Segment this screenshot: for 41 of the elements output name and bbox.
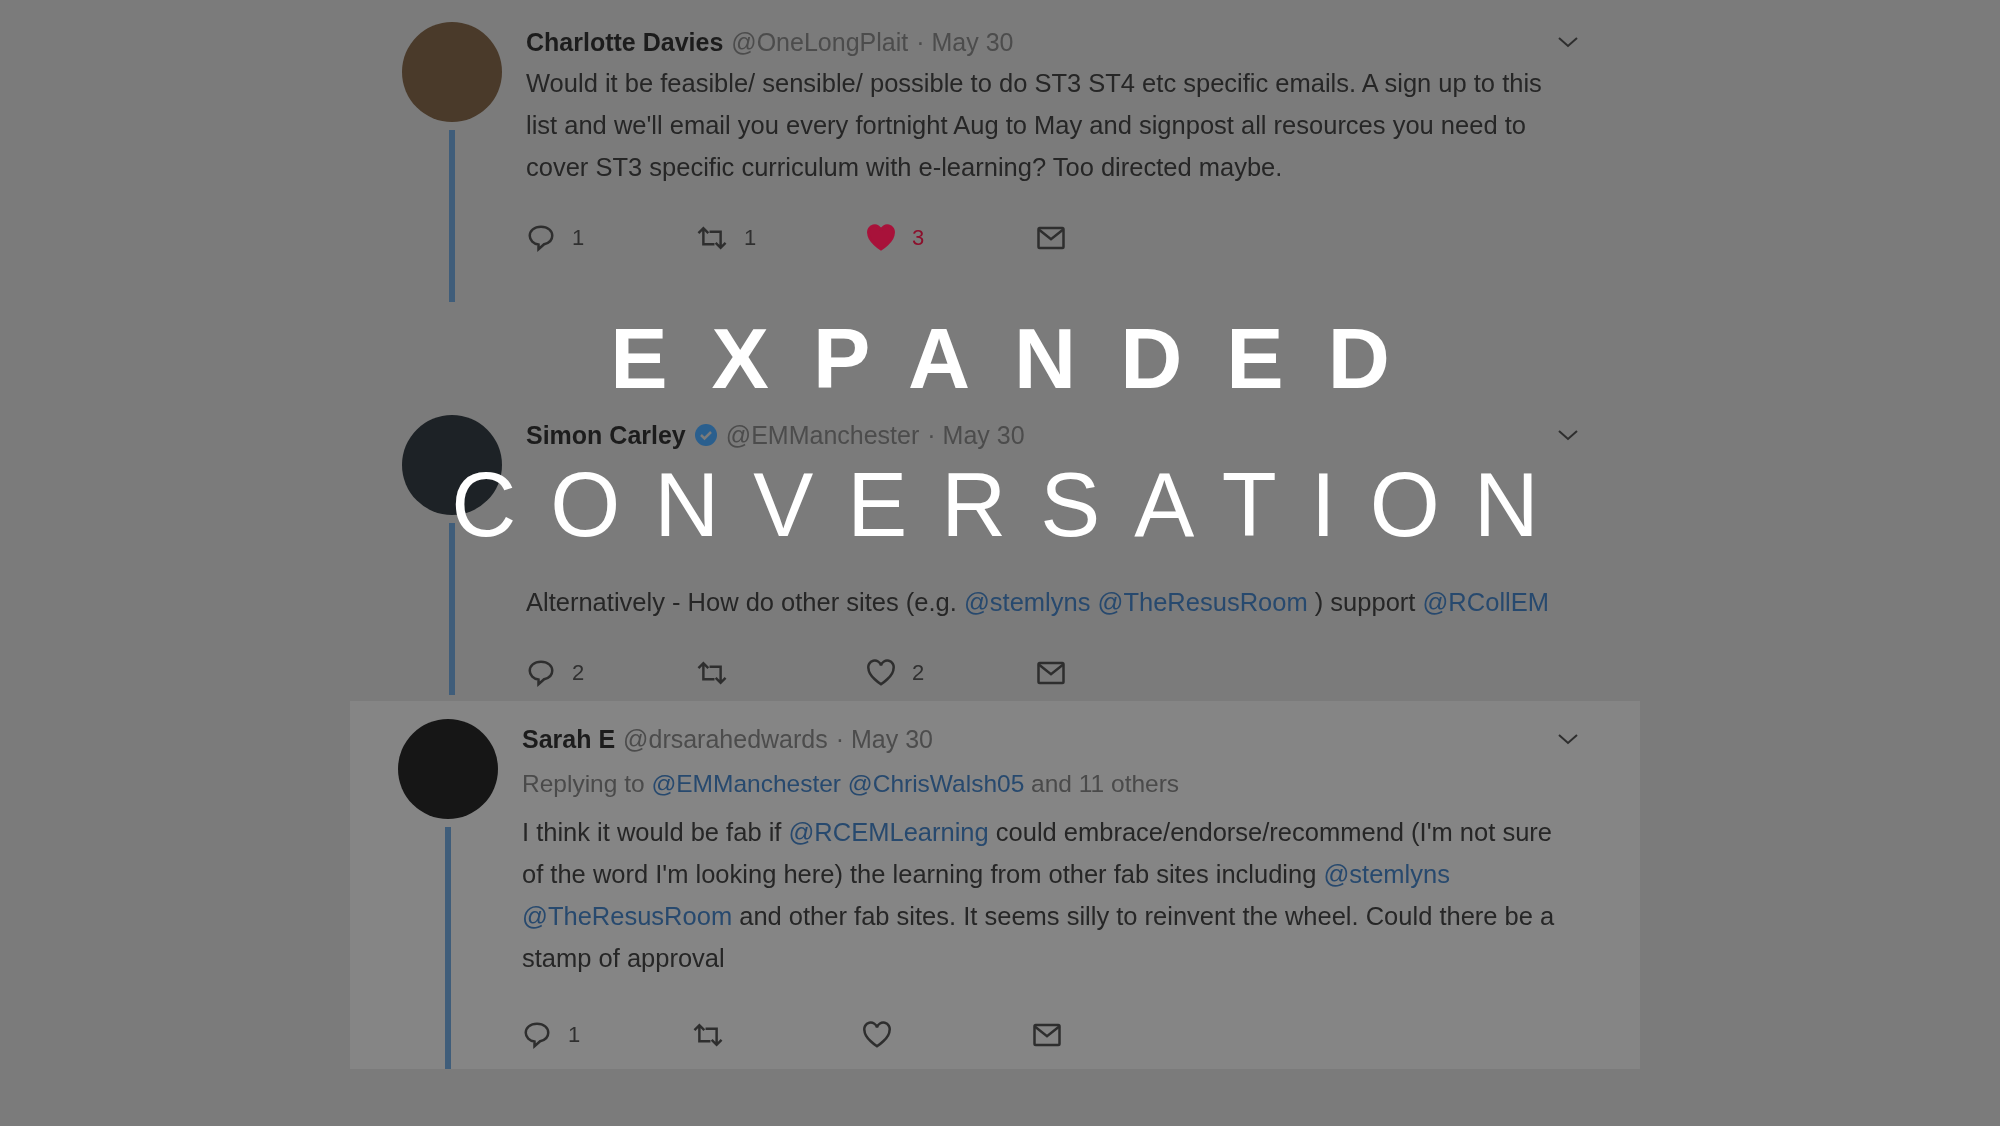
chevron-down-icon[interactable] xyxy=(1556,427,1580,443)
mail-icon[interactable] xyxy=(1032,1022,1062,1048)
like-count: 2 xyxy=(912,660,925,686)
chevron-down-icon[interactable] xyxy=(1556,731,1580,747)
mention-link[interactable]: @EMManchester xyxy=(651,770,841,797)
like-count: 3 xyxy=(912,225,925,251)
tweet-date[interactable]: · May 30 xyxy=(835,724,933,754)
retweet-icon[interactable] xyxy=(692,1021,724,1049)
verified-badge-icon xyxy=(693,423,718,447)
mail-icon[interactable] xyxy=(1036,225,1066,251)
chevron-down-icon[interactable] xyxy=(1556,34,1580,50)
tweet-text: I think it would be fab if @RCEMLearning could embrace/endorse/recommend (I'm not sure of the word I'm looking here) the learning from other fab sites including @stemlyns @TheResusRoom and other fab sites. It seems silly to reinvent the wheel. Could there be a stamp of approval xyxy=(522,817,1556,974)
reply-count: 1 xyxy=(572,225,585,251)
reply-count: 1 xyxy=(568,1022,581,1048)
mention-link[interactable]: @TheResusRoom xyxy=(522,902,733,930)
tweet-text: Alternatively - How do other sites (e.g. @stemlyns @TheResusRoom ) support @RCollEM xyxy=(526,587,1550,618)
mail-icon[interactable] xyxy=(1036,660,1066,686)
heart-icon[interactable] xyxy=(866,659,896,687)
reply-icon[interactable] xyxy=(526,223,556,253)
author-name[interactable]: Charlotte Davies xyxy=(526,27,724,57)
mention-link[interactable]: @ChrisWalsh05 xyxy=(847,770,1025,797)
retweet-count: 1 xyxy=(744,225,757,251)
author-handle[interactable]: @drsarahedwards xyxy=(623,724,828,754)
reply-icon[interactable] xyxy=(526,658,556,688)
mention-link[interactable]: @RCollEM xyxy=(1422,588,1549,616)
heart-icon[interactable] xyxy=(862,1021,892,1049)
mention-link[interactable]: @stemlyns xyxy=(1323,860,1450,888)
mention-link[interactable]: @RCEMLearning xyxy=(788,818,989,846)
mention-link[interactable]: @stemlyns xyxy=(963,588,1091,616)
mention-link[interactable]: @TheResusRoom xyxy=(1097,588,1308,616)
overlay-subtitle: CONVERSATION xyxy=(450,470,1573,540)
retweet-icon[interactable] xyxy=(696,224,728,252)
overlay-title: EXPANDED xyxy=(609,318,1434,398)
heart-icon[interactable] xyxy=(866,224,896,252)
tweet-text: Would it be feasible/ sensible/ possible to do ST3 ST4 etc specific emails. A sign up to this list and we'll email you every fortnight Aug to May and signpost all resources you need to cover ST3 specific curriculum with e-learning? Too directed maybe. xyxy=(526,68,1543,183)
author-name[interactable]: Sarah E xyxy=(522,724,616,754)
retweet-icon[interactable] xyxy=(696,659,728,687)
author-name[interactable]: Simon Carley xyxy=(526,420,686,450)
reply-count: 2 xyxy=(572,660,585,686)
replying-to-text: Replying to @EMManchester @ChrisWalsh05 and 11 others xyxy=(522,769,1181,799)
reply-icon[interactable] xyxy=(522,1020,552,1050)
